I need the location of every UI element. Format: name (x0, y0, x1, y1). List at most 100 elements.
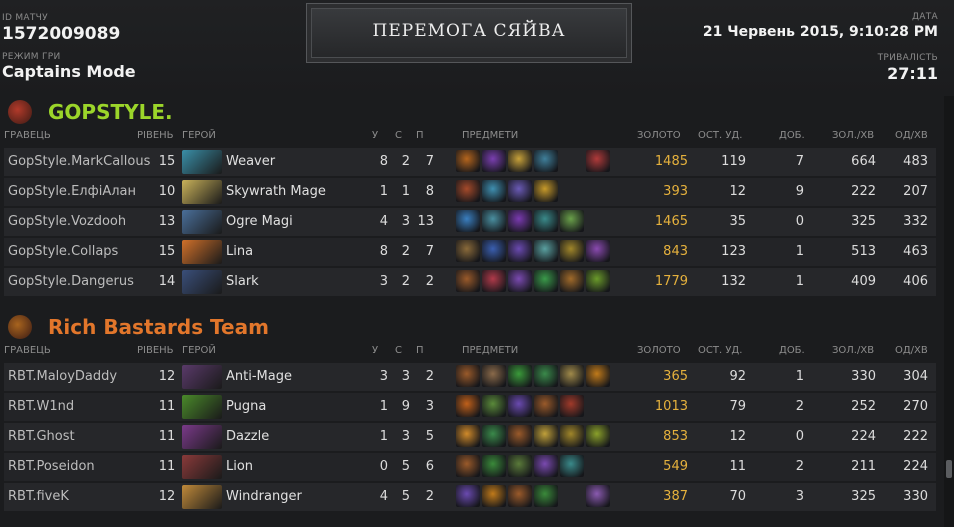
player-row[interactable]: RBT.fiveK 12 Windranger 4 5 2 387 70 3 325 330 (4, 483, 936, 511)
hero-level: 14 (158, 274, 176, 289)
game-mode-label: РЕЖИМ ГРИ (2, 52, 61, 62)
player-row[interactable]: GopStyle.ЕлфіАлан 10 Skywrath Mage 1 1 8 393 12… (4, 178, 936, 206)
item-icon[interactable] (586, 210, 610, 232)
item-icon[interactable] (586, 365, 610, 387)
item-icon[interactable] (508, 150, 532, 172)
hero-portrait[interactable] (182, 150, 222, 174)
column-header-dn: ДОБ. (779, 345, 805, 356)
item-icon[interactable] (560, 210, 584, 232)
scrollbar-thumb[interactable] (946, 460, 952, 478)
player-row[interactable]: GopStyle.MarkCallous 15 Weaver 8 2 7 1485 119 7 6… (4, 148, 936, 176)
item-icon[interactable] (534, 240, 558, 262)
item-icon[interactable] (456, 485, 480, 507)
item-icon[interactable] (456, 365, 480, 387)
result-banner: ПЕРЕМОГА СЯЙВА (306, 3, 632, 63)
item-icon[interactable] (508, 365, 532, 387)
item-icon[interactable] (456, 395, 480, 417)
hero-portrait[interactable] (182, 240, 222, 264)
item-icon[interactable] (586, 395, 610, 417)
stat-d: 3 (401, 214, 410, 229)
item-icon[interactable] (456, 425, 480, 447)
player-name[interactable]: RBT.Ghost (8, 423, 153, 451)
item-icon[interactable] (534, 150, 558, 172)
item-icon[interactable] (482, 455, 506, 477)
item-icon[interactable] (482, 365, 506, 387)
player-row[interactable]: RBT.Poseidon 11 Lion 0 5 6 549 11 2 211 224 (4, 453, 936, 481)
stat-a: 2 (425, 274, 434, 289)
item-icon[interactable] (534, 455, 558, 477)
item-icon[interactable] (482, 270, 506, 292)
player-row[interactable]: RBT.W1nd 11 Pugna 1 9 3 1013 79 2 252 270 (4, 393, 936, 421)
item-icon[interactable] (534, 270, 558, 292)
item-icon[interactable] (456, 180, 480, 202)
item-icon[interactable] (482, 425, 506, 447)
player-name[interactable]: RBT.MaloyDaddy (8, 363, 153, 391)
item-icon[interactable] (482, 210, 506, 232)
item-icon[interactable] (482, 485, 506, 507)
player-row[interactable]: GopStyle.Dangerus 14 Slark 3 2 2 1779 132 1 409 40… (4, 268, 936, 296)
item-icon[interactable] (586, 425, 610, 447)
player-name[interactable]: RBT.Poseidon (8, 453, 153, 481)
item-icon[interactable] (508, 270, 532, 292)
hero-portrait[interactable] (182, 455, 222, 479)
hero-portrait[interactable] (182, 425, 222, 449)
item-icon[interactable] (508, 395, 532, 417)
player-name[interactable]: RBT.W1nd (8, 393, 153, 421)
hero-portrait[interactable] (182, 365, 222, 389)
item-icon[interactable] (586, 270, 610, 292)
column-header-items: ПРЕДМЕТИ (462, 130, 519, 141)
item-icon[interactable] (560, 365, 584, 387)
player-name[interactable]: GopStyle.MarkCallous (8, 148, 153, 176)
item-icon[interactable] (508, 240, 532, 262)
item-icon[interactable] (560, 455, 584, 477)
item-icon[interactable] (534, 395, 558, 417)
item-icon[interactable] (560, 180, 584, 202)
item-icon[interactable] (482, 180, 506, 202)
item-icon[interactable] (508, 210, 532, 232)
item-icon[interactable] (456, 150, 480, 172)
player-row[interactable]: RBT.Ghost 11 Dazzle 1 3 5 853 12 0 224 222 (4, 423, 936, 451)
hero-portrait[interactable] (182, 395, 222, 419)
stat-xpm: 332 (903, 214, 928, 229)
item-icon[interactable] (560, 485, 584, 507)
item-icon[interactable] (482, 150, 506, 172)
item-icon[interactable] (534, 210, 558, 232)
item-icon[interactable] (456, 240, 480, 262)
hero-portrait[interactable] (182, 485, 222, 509)
item-icon[interactable] (508, 455, 532, 477)
item-icon[interactable] (482, 240, 506, 262)
player-row[interactable]: GopStyle.Collaps 15 Lina 8 2 7 843 123 1 513 463 (4, 238, 936, 266)
player-name[interactable]: GopStyle.ЕлфіАлан (8, 178, 153, 206)
player-row[interactable]: RBT.MaloyDaddy 12 Anti-Mage 3 3 2 365 92 1 330 304 (4, 363, 936, 391)
item-icon[interactable] (534, 180, 558, 202)
item-icon[interactable] (586, 180, 610, 202)
item-icon[interactable] (586, 455, 610, 477)
item-icon[interactable] (560, 270, 584, 292)
player-name[interactable]: GopStyle.Collaps (8, 238, 153, 266)
scrollbar[interactable] (944, 96, 954, 527)
item-icon[interactable] (560, 150, 584, 172)
item-icon[interactable] (456, 210, 480, 232)
item-icon[interactable] (534, 425, 558, 447)
item-icon[interactable] (456, 455, 480, 477)
item-icon[interactable] (560, 425, 584, 447)
player-name[interactable]: GopStyle.Dangerus (8, 268, 153, 296)
item-icon[interactable] (508, 485, 532, 507)
item-icon[interactable] (586, 150, 610, 172)
player-row[interactable]: GopStyle.Vozdooh 13 Ogre Magi 4 3 13 1465 35 0 32… (4, 208, 936, 236)
item-icon[interactable] (534, 485, 558, 507)
item-icon[interactable] (586, 240, 610, 262)
item-icon[interactable] (586, 485, 610, 507)
item-icon[interactable] (534, 365, 558, 387)
item-icon[interactable] (560, 395, 584, 417)
item-icon[interactable] (508, 180, 532, 202)
hero-portrait[interactable] (182, 180, 222, 204)
player-name[interactable]: GopStyle.Vozdooh (8, 208, 153, 236)
item-icon[interactable] (560, 240, 584, 262)
player-name[interactable]: RBT.fiveK (8, 483, 153, 511)
item-icon[interactable] (456, 270, 480, 292)
hero-portrait[interactable] (182, 270, 222, 294)
hero-portrait[interactable] (182, 210, 222, 234)
item-icon[interactable] (482, 395, 506, 417)
item-icon[interactable] (508, 425, 532, 447)
